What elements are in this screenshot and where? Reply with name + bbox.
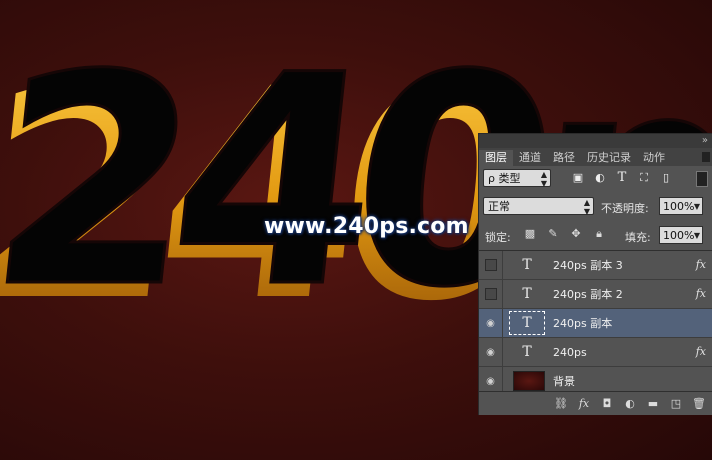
- eye-icon: ◉: [486, 317, 495, 329]
- type-layer-icon: T: [509, 311, 545, 335]
- lock-brush-icon[interactable]: ✎: [546, 227, 560, 241]
- lock-all-icon[interactable]: 🔒︎: [592, 227, 606, 241]
- layer-name: 240ps 副本 2: [553, 288, 623, 301]
- tab-history[interactable]: 历史记录: [581, 150, 637, 166]
- layer-name: 240ps: [553, 345, 587, 359]
- fill-label: 填充:: [625, 231, 651, 244]
- layer-row[interactable]: ◉ T 240ps fx: [479, 337, 712, 367]
- type-layer-icon: T: [522, 257, 532, 273]
- eye-icon: ◉: [486, 375, 495, 387]
- opacity-field[interactable]: 100% ▼: [659, 197, 703, 215]
- layer-row[interactable]: ◉ 背景: [479, 366, 712, 391]
- lock-icons: ▩ ✎ ✥ 🔒︎: [523, 227, 606, 241]
- lock-transparent-icon[interactable]: ▩: [523, 227, 537, 241]
- link-layers-icon[interactable]: ⛓: [554, 397, 568, 411]
- collapse-icon[interactable]: »: [702, 135, 708, 146]
- eye-icon: ◉: [486, 346, 495, 358]
- layer-name: 背景: [553, 375, 575, 388]
- fill-field[interactable]: 100% ▼: [659, 226, 703, 244]
- adjustment-filter-icon[interactable]: ◐: [593, 171, 607, 185]
- hidden-box-icon: [484, 259, 497, 271]
- filter-type-select[interactable]: ρ 类型 ▲ ▼: [483, 169, 551, 188]
- image-filter-icon[interactable]: ▣: [571, 171, 585, 185]
- adjustment-layer-icon[interactable]: ◐: [623, 397, 637, 411]
- fx-icon[interactable]: fx: [696, 258, 706, 271]
- blend-mode-select[interactable]: 正常 ▲ ▼: [483, 197, 594, 216]
- tab-actions[interactable]: 动作: [637, 150, 671, 166]
- fill-value: 100%: [663, 229, 695, 242]
- visibility-toggle[interactable]: ◉: [479, 366, 503, 391]
- filter-icons: ▣ ◐ T ⛶ ▯: [571, 171, 673, 185]
- blend-mode-value: 正常: [488, 200, 510, 213]
- mask-icon[interactable]: ◘: [600, 397, 614, 411]
- layer-name: 240ps 副本 3: [553, 259, 623, 272]
- new-layer-icon[interactable]: ◳: [669, 397, 683, 411]
- background-thumbnail: [513, 371, 545, 391]
- updown-arrow-icon: ▲ ▼: [540, 170, 547, 188]
- hidden-box-icon: [484, 288, 497, 300]
- visibility-toggle[interactable]: [479, 251, 503, 280]
- layers-list: T 240ps 副本 3 fx T 240ps 副本 2 fx ◉ T 240p…: [479, 250, 712, 391]
- layer-row-selected[interactable]: ◉ T 240ps 副本: [479, 308, 712, 338]
- folder-icon[interactable]: ▬: [646, 397, 660, 411]
- panel-title-strip[interactable]: [479, 134, 712, 148]
- filter-toggle[interactable]: [696, 171, 708, 187]
- shape-filter-icon[interactable]: ⛶: [637, 171, 651, 185]
- tab-paths[interactable]: 路径: [547, 150, 581, 166]
- type-layer-icon: T: [522, 344, 532, 360]
- chevron-down-icon[interactable]: ▼: [694, 227, 700, 245]
- panel-menu-icon[interactable]: [702, 152, 710, 162]
- panel-footer: ⛓ fx ◘ ◐ ▬ ◳ 🗑︎: [479, 391, 712, 415]
- tab-channels[interactable]: 通道: [513, 150, 547, 166]
- opacity-label: 不透明度:: [601, 202, 649, 215]
- updown-arrow-icon: ▲ ▼: [583, 198, 590, 216]
- panel-tabbar: 图层 通道 路径 历史记录 动作: [479, 148, 712, 166]
- watermark: www.240ps.com: [264, 214, 469, 239]
- type-filter-icon[interactable]: T: [615, 171, 629, 185]
- visibility-toggle[interactable]: ◉: [479, 308, 503, 338]
- filter-type-label: ρ 类型: [488, 172, 521, 185]
- visibility-toggle[interactable]: ◉: [479, 337, 503, 367]
- tab-layers[interactable]: 图层: [479, 150, 513, 166]
- layers-panel: » 图层 通道 路径 历史记录 动作 ρ 类型 ▲ ▼ ▣ ◐ T ⛶ ▯ 正常 …: [478, 133, 712, 415]
- opacity-value: 100%: [663, 200, 695, 213]
- smart-object-filter-icon[interactable]: ▯: [659, 171, 673, 185]
- fx-icon[interactable]: fx: [577, 397, 591, 411]
- layer-name: 240ps 副本: [553, 317, 613, 330]
- fx-icon[interactable]: fx: [696, 345, 706, 358]
- visibility-toggle[interactable]: [479, 279, 503, 309]
- layer-row[interactable]: T 240ps 副本 2 fx: [479, 279, 712, 309]
- type-layer-icon: T: [522, 286, 532, 302]
- trash-icon[interactable]: 🗑︎: [692, 397, 706, 411]
- layer-row[interactable]: T 240ps 副本 3 fx: [479, 251, 712, 280]
- lock-label: 锁定:: [485, 231, 511, 244]
- lock-move-icon[interactable]: ✥: [569, 227, 583, 241]
- chevron-down-icon[interactable]: ▼: [694, 198, 700, 216]
- fx-icon[interactable]: fx: [696, 287, 706, 300]
